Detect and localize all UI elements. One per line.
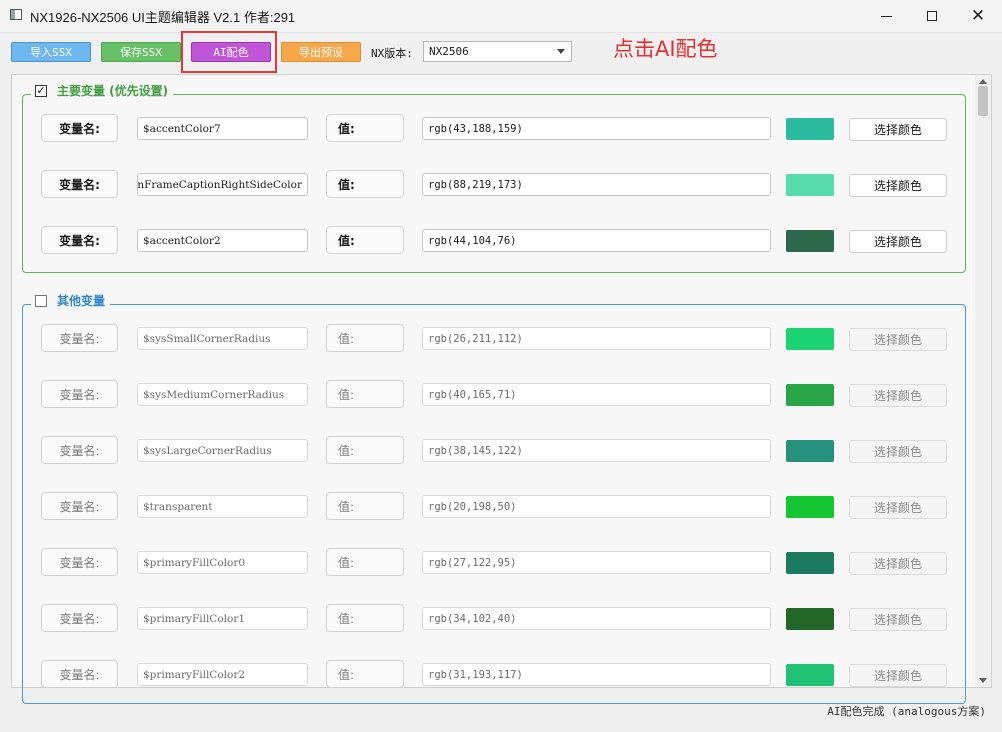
color-swatch bbox=[786, 174, 834, 196]
variable-value-input[interactable]: rgb(20,198,50) bbox=[422, 495, 771, 518]
import-ssx-button[interactable]: 导入SSX bbox=[11, 42, 91, 62]
variable-row: 变量名: $primaryFillColor2 值: rgb(31,193,117) 选… bbox=[0, 660, 1002, 690]
nx-version-label: NX版本: bbox=[371, 47, 413, 60]
variable-name-label: 变量名: bbox=[41, 114, 118, 142]
variable-name-label: 变量名: bbox=[41, 436, 118, 464]
ai-button-highlight-box bbox=[181, 31, 277, 73]
variable-name-input[interactable]: $transparent bbox=[137, 495, 308, 518]
app-icon bbox=[10, 9, 22, 20]
scrollbar-thumb[interactable] bbox=[978, 86, 988, 116]
choose-color-button[interactable]: 选择颜色 bbox=[849, 384, 947, 407]
variable-row: 变量名: $accentColor2 值: rgb(44,104,76) 选择颜色 bbox=[0, 226, 1002, 256]
minimize-icon bbox=[880, 15, 892, 17]
variable-row: 变量名: $primaryFillColor0 值: rgb(27,122,95) 选择… bbox=[0, 548, 1002, 578]
variable-name-input[interactable]: nFrameCaptionRightSideColor bbox=[137, 173, 308, 196]
maximize-icon bbox=[927, 11, 937, 21]
main-variables-group-title: ✓ 主要变量 (优先设置) bbox=[31, 82, 174, 99]
variable-value-input[interactable]: rgb(38,145,122) bbox=[422, 439, 771, 462]
maximize-button[interactable] bbox=[909, 0, 955, 32]
variable-value-input[interactable]: rgb(40,165,71) bbox=[422, 383, 771, 406]
other-variables-group-title: 其他变量 bbox=[31, 292, 111, 309]
variable-name-label: 变量名: bbox=[41, 660, 118, 688]
variable-value-input[interactable]: rgb(26,211,112) bbox=[422, 327, 771, 350]
variable-value-label: 值: bbox=[326, 380, 404, 408]
variable-row: 变量名: $sysMediumCornerRadius 值: rgb(40,165,7… bbox=[0, 380, 1002, 410]
annotation-text: 点击AI配色 bbox=[613, 37, 718, 61]
variable-row: 变量名: $primaryFillColor1 值: rgb(34,102,40) 选择… bbox=[0, 604, 1002, 634]
choose-color-button[interactable]: 选择颜色 bbox=[849, 174, 947, 197]
choose-color-button[interactable]: 选择颜色 bbox=[849, 608, 947, 631]
variable-value-input[interactable]: rgb(34,102,40) bbox=[422, 607, 771, 630]
variable-name-label: 变量名: bbox=[41, 170, 118, 198]
variable-name-label: 变量名: bbox=[41, 492, 118, 520]
variable-name-label: 变量名: bbox=[41, 380, 118, 408]
choose-color-button[interactable]: 选择颜色 bbox=[849, 552, 947, 575]
nx-version-select[interactable]: NX2506 bbox=[423, 41, 572, 62]
variable-name-label: 变量名: bbox=[41, 548, 118, 576]
variable-row: 变量名: $accentColor7 值: rgb(43,188,159) 选择颜色 bbox=[0, 114, 1002, 144]
variable-value-input[interactable]: rgb(31,193,117) bbox=[422, 663, 771, 686]
variable-row: 变量名: $sysLargeCornerRadius 值: rgb(38,145,12… bbox=[0, 436, 1002, 466]
variable-value-label: 值: bbox=[326, 660, 404, 688]
choose-color-button[interactable]: 选择颜色 bbox=[849, 118, 947, 141]
variable-name-input[interactable]: $accentColor7 bbox=[137, 117, 308, 140]
color-swatch bbox=[786, 440, 834, 462]
color-swatch bbox=[786, 664, 834, 686]
other-variables-title-text: 其他变量 bbox=[57, 294, 106, 308]
variable-row: 变量名: $transparent 值: rgb(20,198,50) 选择颜色 bbox=[0, 492, 1002, 522]
variable-name-label: 变量名: bbox=[41, 226, 118, 254]
choose-color-button[interactable]: 选择颜色 bbox=[849, 440, 947, 463]
variable-row: 变量名: nFrameCaptionRightSideColor 值: rgb(88,… bbox=[0, 170, 1002, 200]
variable-name-label: 变量名: bbox=[41, 324, 118, 352]
variable-value-label: 值: bbox=[326, 548, 404, 576]
save-ssx-button[interactable]: 保存SSX bbox=[101, 42, 181, 62]
main-variables-title-text: 主要变量 (优先设置) bbox=[57, 84, 169, 98]
main-variables-checkbox[interactable]: ✓ bbox=[35, 84, 47, 97]
color-swatch bbox=[786, 230, 834, 252]
variable-name-label: 变量名: bbox=[41, 604, 118, 632]
variable-value-label: 值: bbox=[326, 324, 404, 352]
scroll-up-arrow-icon[interactable] bbox=[979, 79, 987, 84]
variable-value-input[interactable]: rgb(88,219,173) bbox=[422, 173, 771, 196]
variable-name-input[interactable]: $accentColor2 bbox=[137, 229, 308, 252]
status-text: AI配色完成 (analogous方案) bbox=[827, 705, 986, 718]
other-variables-checkbox[interactable] bbox=[35, 294, 47, 307]
variable-value-input[interactable]: rgb(43,188,159) bbox=[422, 117, 771, 140]
variable-name-input[interactable]: $sysSmallCornerRadius bbox=[137, 327, 308, 350]
chevron-down-icon bbox=[557, 49, 565, 54]
minimize-button[interactable] bbox=[863, 0, 909, 32]
variable-value-label: 值: bbox=[326, 226, 404, 254]
color-swatch bbox=[786, 328, 834, 350]
choose-color-button[interactable]: 选择颜色 bbox=[849, 496, 947, 519]
color-swatch bbox=[786, 496, 834, 518]
color-swatch bbox=[786, 384, 834, 406]
variable-name-input[interactable]: $sysMediumCornerRadius bbox=[137, 383, 308, 406]
color-swatch bbox=[786, 552, 834, 574]
variable-row: 变量名: $sysSmallCornerRadius 值: rgb(26,211,11… bbox=[0, 324, 1002, 354]
variable-name-input[interactable]: $sysLargeCornerRadius bbox=[137, 439, 308, 462]
variable-name-input[interactable]: $primaryFillColor0 bbox=[137, 551, 308, 574]
export-preset-button[interactable]: 导出预设 bbox=[281, 42, 361, 62]
color-swatch bbox=[786, 608, 834, 630]
variable-value-label: 值: bbox=[326, 436, 404, 464]
color-swatch bbox=[786, 118, 834, 140]
variable-value-input[interactable]: rgb(44,104,76) bbox=[422, 229, 771, 252]
choose-color-button[interactable]: 选择颜色 bbox=[849, 230, 947, 253]
variable-value-label: 值: bbox=[326, 604, 404, 632]
nx-version-value: NX2506 bbox=[429, 45, 469, 58]
variable-name-input[interactable]: $primaryFillColor1 bbox=[137, 607, 308, 630]
variable-value-label: 值: bbox=[326, 114, 404, 142]
check-icon: ✓ bbox=[36, 84, 46, 97]
close-button[interactable]: ✕ bbox=[955, 0, 1001, 32]
choose-color-button[interactable]: 选择颜色 bbox=[849, 328, 947, 351]
title-bar: NX1926-NX2506 UI主题编辑器 V2.1 作者:291 ✕ bbox=[0, 0, 1002, 33]
window-title: NX1926-NX2506 UI主题编辑器 V2.1 作者:291 bbox=[30, 10, 296, 25]
variable-value-label: 值: bbox=[326, 492, 404, 520]
choose-color-button[interactable]: 选择颜色 bbox=[849, 664, 947, 687]
variable-value-input[interactable]: rgb(27,122,95) bbox=[422, 551, 771, 574]
variable-value-label: 值: bbox=[326, 170, 404, 198]
close-icon: ✕ bbox=[970, 5, 986, 26]
variable-name-input[interactable]: $primaryFillColor2 bbox=[137, 663, 308, 686]
